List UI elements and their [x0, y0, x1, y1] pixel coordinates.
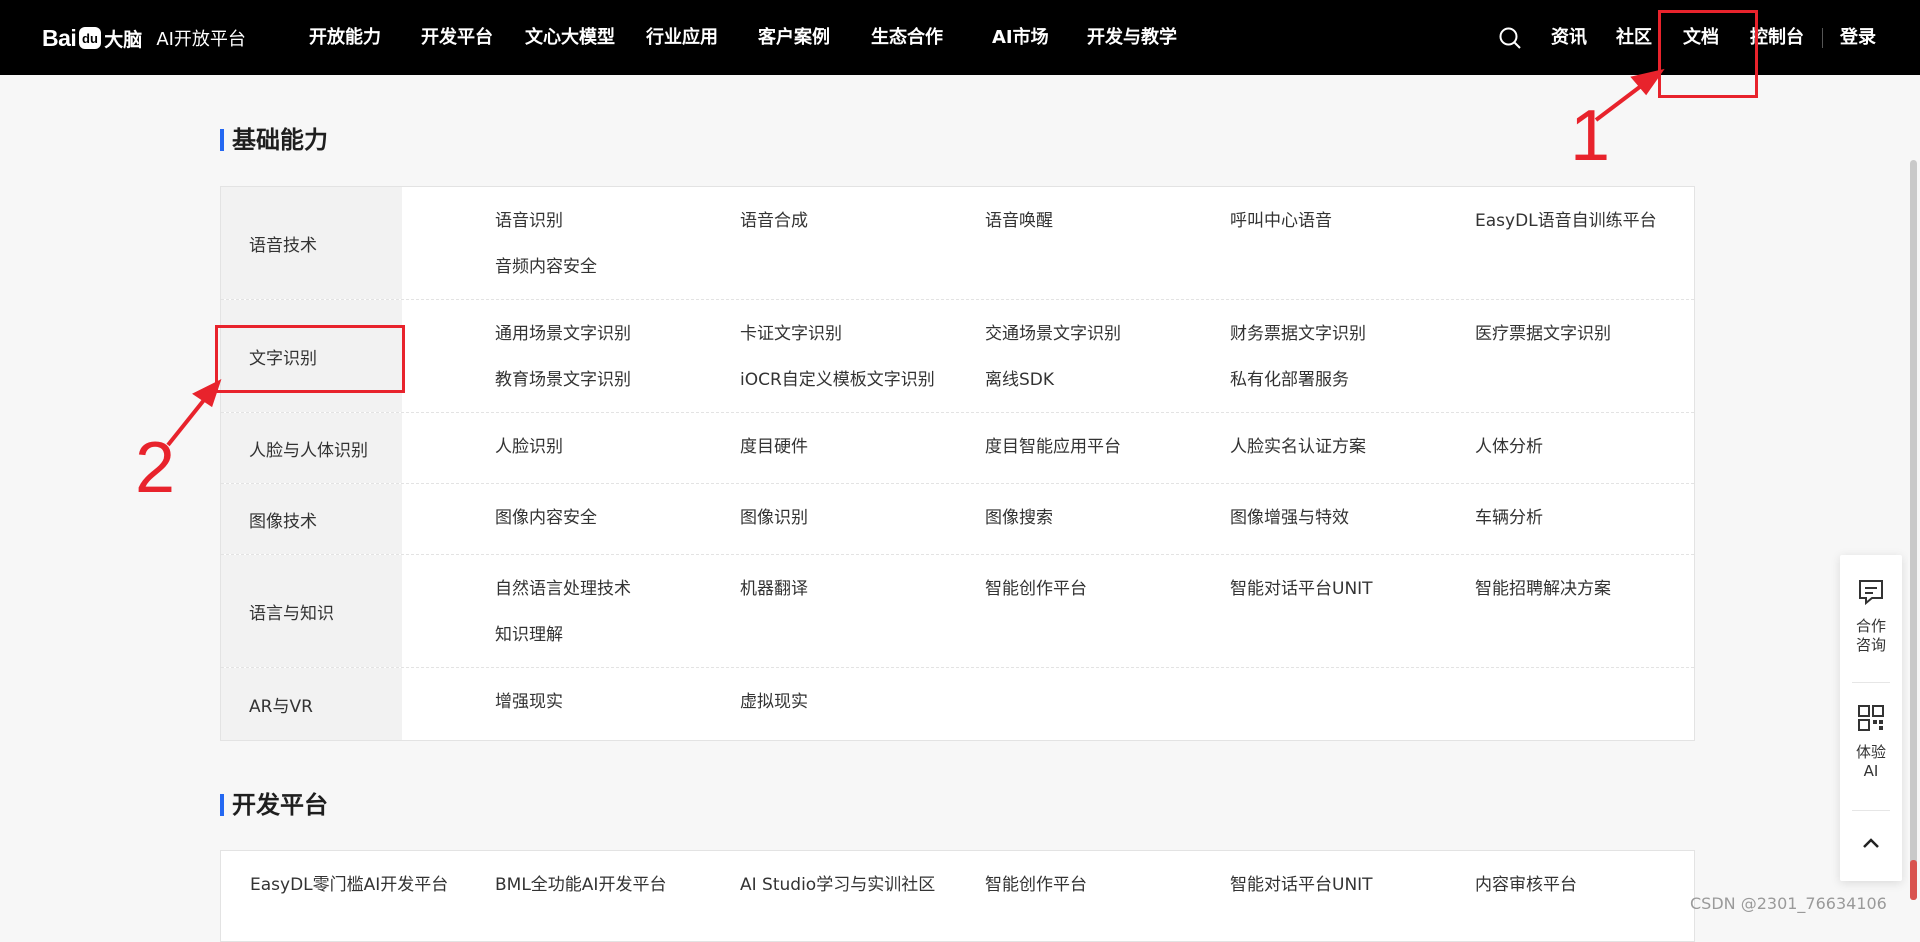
capability-item[interactable]: 虚拟现实 [740, 690, 808, 714]
scrollbar-marker [1910, 860, 1917, 900]
consult-button[interactable]: 合作咨询 [1840, 577, 1902, 655]
panel-divider [1852, 682, 1890, 683]
capability-item[interactable]: 度目硬件 [740, 435, 808, 459]
arrow-1-head [1630, 68, 1665, 96]
capability-item[interactable]: 度目智能应用平台 [985, 435, 1121, 459]
dev-platform-item[interactable]: BML全功能AI开发平台 [495, 873, 666, 897]
logo-text: Bai [42, 24, 77, 51]
nav-dev-platform[interactable]: 开发平台 [421, 0, 493, 75]
capability-item[interactable]: 图像识别 [740, 506, 808, 530]
try-ai-label: 体验AI [1855, 743, 1886, 780]
chevron-up-icon [1863, 838, 1879, 848]
capability-item[interactable]: 人体分析 [1475, 435, 1543, 459]
capability-item[interactable]: 自然语言处理技术 [495, 577, 631, 601]
capability-item[interactable]: 智能创作平台 [985, 577, 1087, 601]
scrollbar-thumb[interactable] [1910, 160, 1917, 900]
nav-divider [1822, 28, 1823, 48]
capability-item[interactable]: 离线SDK [985, 368, 1054, 392]
capability-row-face: 人脸与人体识别 人脸识别 度目硬件 度目智能应用平台 人脸实名认证方案 人体分析 [221, 413, 1694, 484]
section-title-dev: 开发平台 [220, 790, 328, 820]
nav-community[interactable]: 社区 [1616, 0, 1652, 75]
nav-console[interactable]: 控制台 [1750, 0, 1804, 75]
section-title-basic: 基础能力 [220, 125, 328, 155]
capability-item[interactable]: 语音合成 [740, 209, 808, 233]
svg-text:du: du [82, 31, 98, 46]
dev-platform-item[interactable]: 内容审核平台 [1475, 873, 1577, 897]
capability-item[interactable]: 音频内容安全 [495, 255, 597, 279]
capability-item[interactable]: 财务票据文字识别 [1230, 322, 1366, 346]
search-icon[interactable] [1498, 26, 1522, 50]
back-to-top-button[interactable] [1840, 831, 1902, 859]
floating-help-panel: 合作咨询 体验AI [1840, 555, 1902, 881]
csdn-watermark: CSDN @2301_76634106 [1690, 894, 1887, 913]
dev-platform-item[interactable]: EasyDL零门槛AI开发平台 [250, 873, 448, 897]
capability-item[interactable]: 医疗票据文字识别 [1475, 322, 1611, 346]
capability-item[interactable]: 图像增强与特效 [1230, 506, 1349, 530]
nav-ecosystem[interactable]: 生态合作 [871, 0, 943, 75]
nav-cases[interactable]: 客户案例 [758, 0, 830, 75]
nav-news[interactable]: 资讯 [1551, 0, 1587, 75]
platform-name: AI开放平台 [156, 29, 246, 50]
annotation-number-two: 2 [135, 428, 176, 508]
nav-ai-market[interactable]: AI市场 [992, 0, 1049, 75]
baidu-ai-logo[interactable]: Bai du 大脑 AI开放平台 [42, 18, 246, 58]
capability-item[interactable]: 通用场景文字识别 [495, 322, 631, 346]
capability-item[interactable]: 智能招聘解决方案 [1475, 577, 1611, 601]
annotation-number-one: 1 [1570, 96, 1611, 176]
capability-item[interactable]: 交通场景文字识别 [985, 322, 1121, 346]
capability-row-image: 图像技术 图像内容安全 图像识别 图像搜索 图像增强与特效 车辆分析 [221, 484, 1694, 555]
capability-row-nlp: 语言与知识 自然语言处理技术 机器翻译 智能创作平台 智能对话平台UNIT 智能… [221, 555, 1694, 668]
capability-row-speech: 语音技术 语音识别 语音合成 语音唤醒 呼叫中心语音 EasyDL语音自训练平台… [221, 187, 1694, 300]
qr-code-icon [1858, 705, 1884, 731]
category-label[interactable]: 语言与知识 [221, 555, 402, 667]
capability-item[interactable]: 人脸实名认证方案 [1230, 435, 1366, 459]
nav-industry[interactable]: 行业应用 [646, 0, 718, 75]
capability-row-ocr: 文字识别 通用场景文字识别 卡证文字识别 交通场景文字识别 财务票据文字识别 医… [221, 300, 1694, 413]
dev-platform-table: EasyDL零门槛AI开发平台 BML全功能AI开发平台 AI Studio学习… [220, 850, 1695, 942]
capability-item[interactable]: 语音唤醒 [985, 209, 1053, 233]
category-label[interactable]: 图像技术 [221, 484, 402, 554]
annotation-box-ocr [215, 325, 405, 393]
capability-item[interactable]: 增强现实 [495, 690, 563, 714]
chat-icon [1859, 580, 1883, 606]
category-label[interactable]: 人脸与人体识别 [221, 413, 402, 483]
capability-row-arvr: AR与VR 增强现实 虚拟现实 [221, 668, 1694, 740]
capability-item[interactable]: 私有化部署服务 [1230, 368, 1349, 392]
nav-dev-teaching[interactable]: 开发与教学 [1087, 0, 1177, 75]
baidu-paw-icon: du [79, 27, 102, 49]
dev-platform-item[interactable]: 智能对话平台UNIT [1230, 873, 1373, 897]
annotation-box-docs [1658, 10, 1758, 98]
capability-item[interactable]: 人脸识别 [495, 435, 563, 459]
logo-brain-text: 大脑 [104, 28, 143, 51]
capability-item[interactable]: EasyDL语音自训练平台 [1475, 209, 1657, 233]
capability-item[interactable]: 语音识别 [495, 209, 563, 233]
dev-platform-item[interactable]: 智能创作平台 [985, 873, 1087, 897]
capability-item[interactable]: 图像内容安全 [495, 506, 597, 530]
capability-item[interactable]: 呼叫中心语音 [1230, 209, 1332, 233]
capability-item[interactable]: 机器翻译 [740, 577, 808, 601]
category-label[interactable]: 语音技术 [221, 187, 402, 299]
capability-item[interactable]: 知识理解 [495, 623, 563, 647]
top-navigation-bar: Bai du 大脑 AI开放平台 开放能力 开发平台 文心大模型 行业应用 客户… [0, 0, 1920, 75]
capability-item[interactable]: 智能对话平台UNIT [1230, 577, 1373, 601]
capability-item[interactable]: 图像搜索 [985, 506, 1053, 530]
capability-item[interactable]: 车辆分析 [1475, 506, 1543, 530]
capability-item[interactable]: iOCR自定义模板文字识别 [740, 368, 935, 392]
try-ai-button[interactable]: 体验AI [1840, 703, 1902, 781]
nav-wenxin-model[interactable]: 文心大模型 [525, 0, 615, 75]
capability-item[interactable]: 教育场景文字识别 [495, 368, 631, 392]
category-label[interactable]: AR与VR [221, 668, 402, 740]
panel-divider [1852, 810, 1890, 811]
nav-login[interactable]: 登录 [1840, 0, 1876, 75]
capability-item[interactable]: 卡证文字识别 [740, 322, 842, 346]
dev-platform-item[interactable]: AI Studio学习与实训社区 [740, 873, 935, 897]
consult-label: 合作咨询 [1855, 617, 1886, 654]
nav-open-capability[interactable]: 开放能力 [309, 0, 381, 75]
capability-table: 语音技术 语音识别 语音合成 语音唤醒 呼叫中心语音 EasyDL语音自训练平台… [220, 186, 1695, 741]
